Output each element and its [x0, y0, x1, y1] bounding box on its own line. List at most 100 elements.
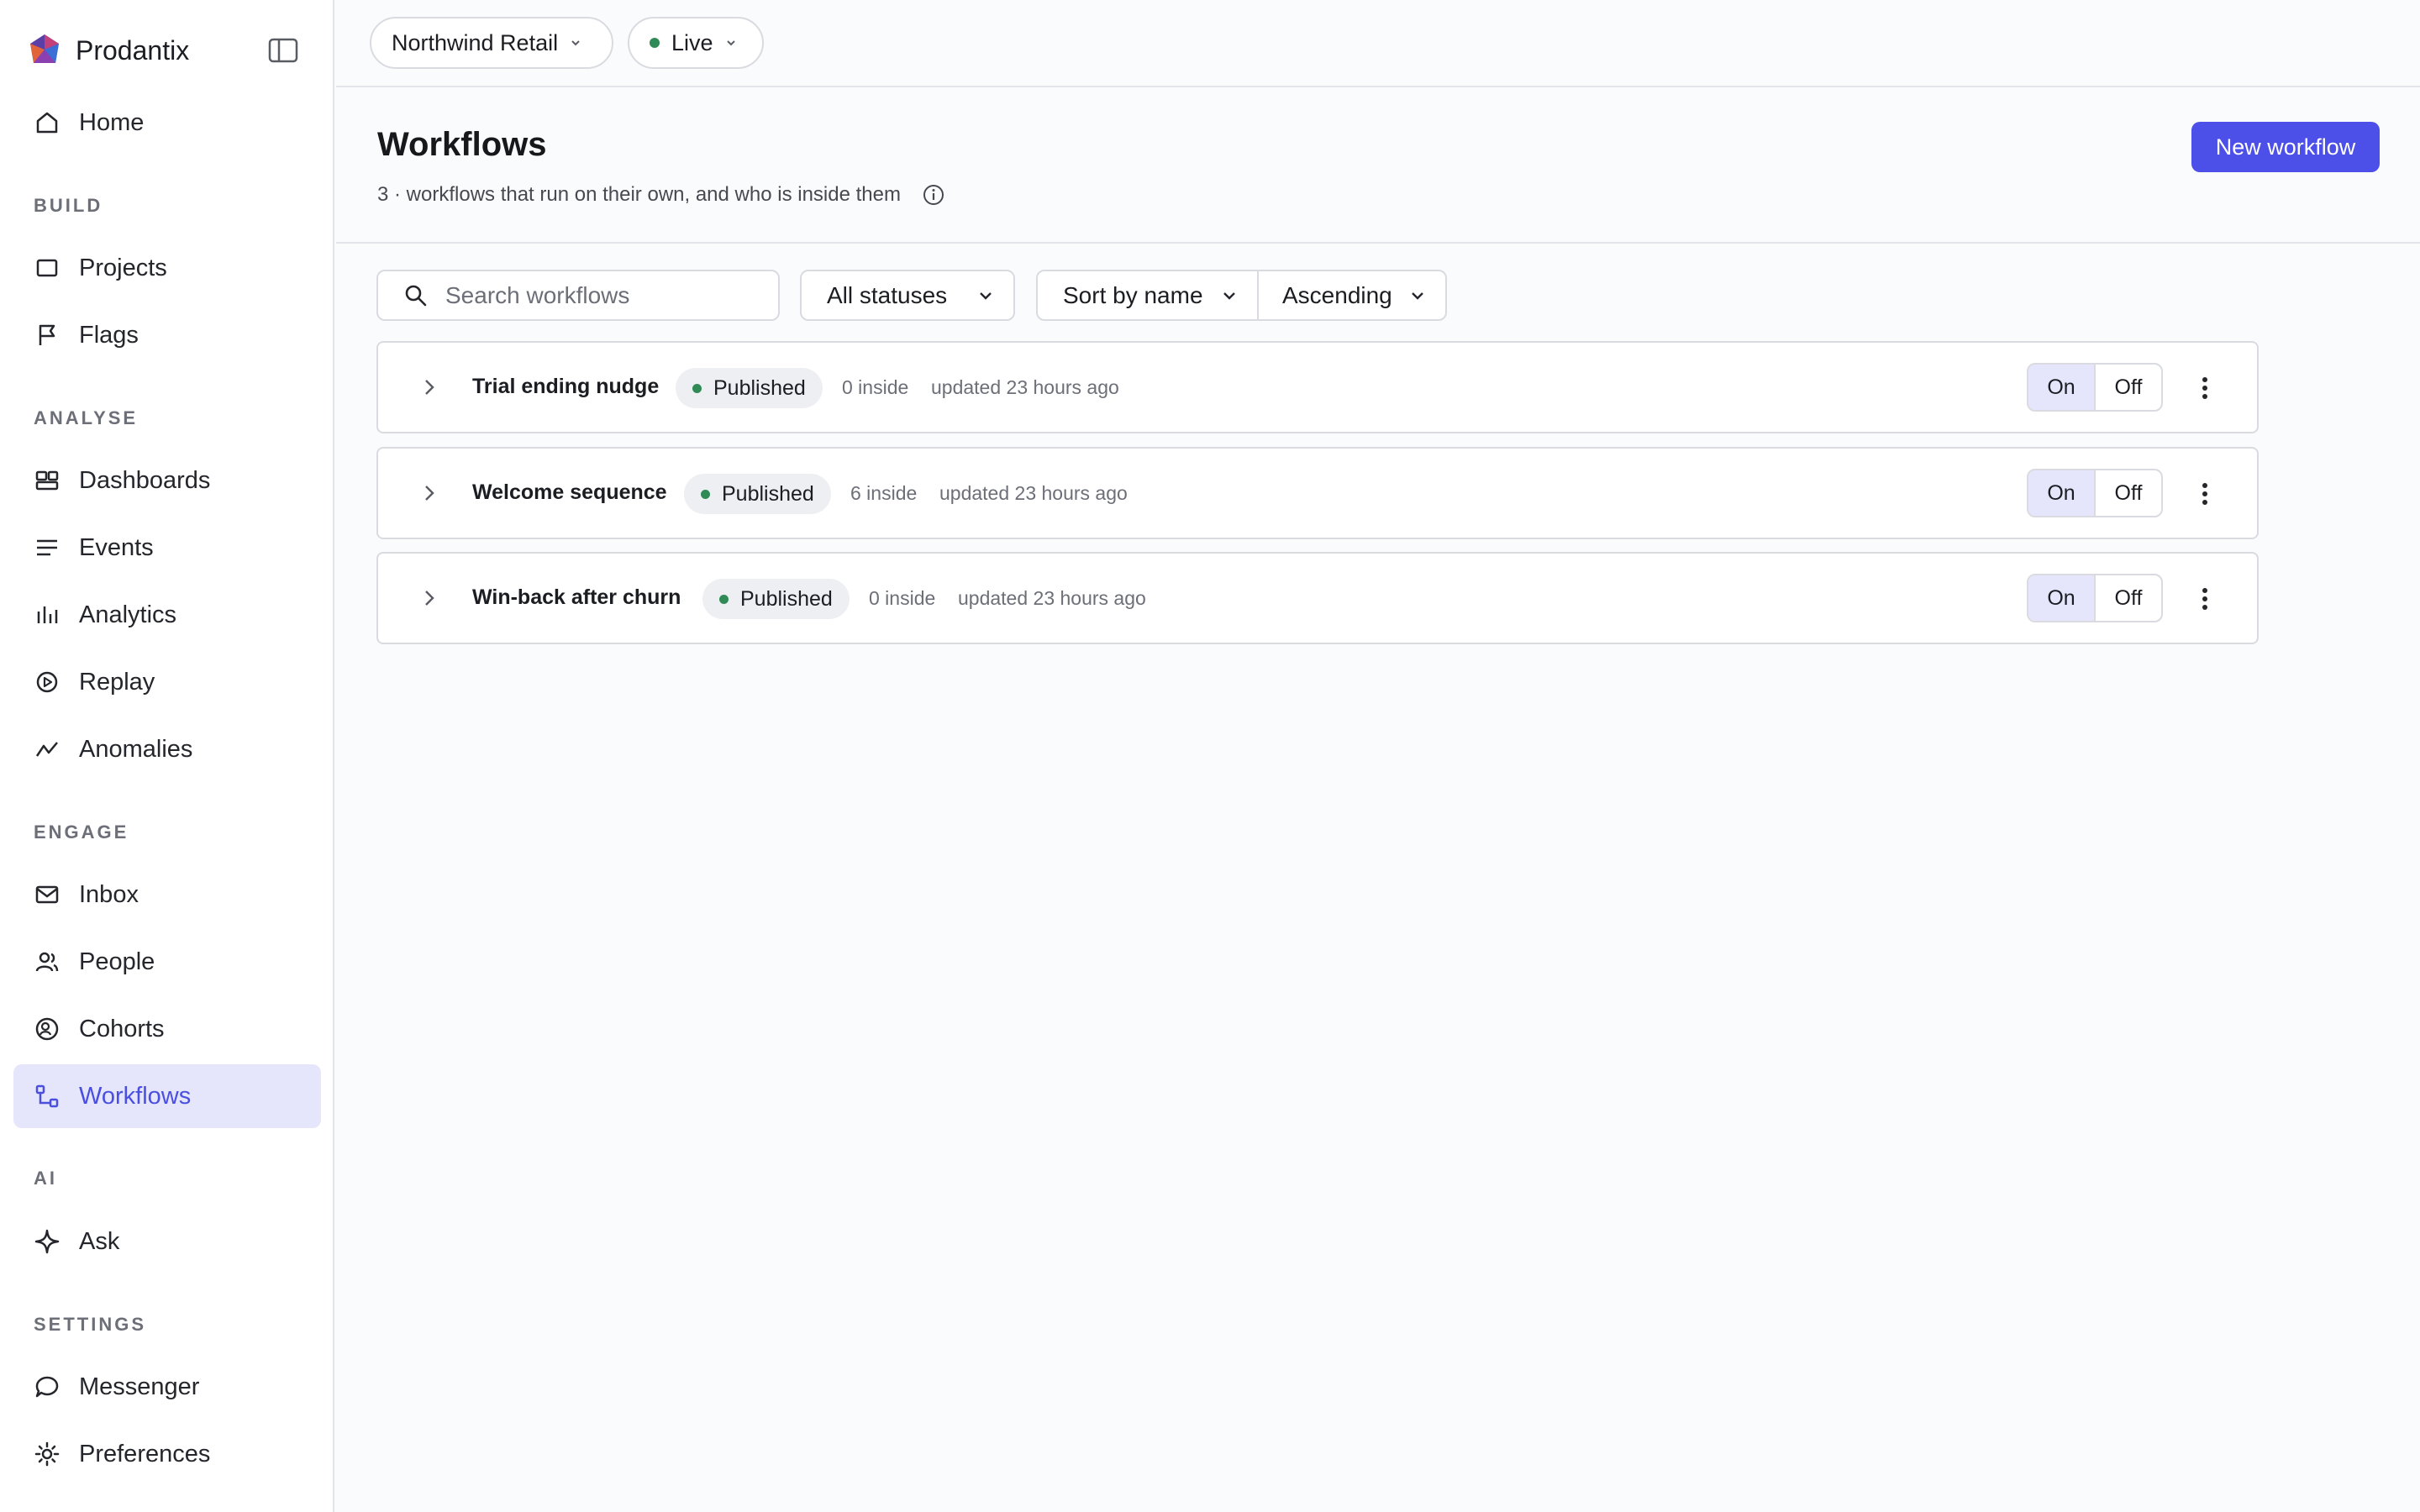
- sidebar-item-cohorts[interactable]: Cohorts: [13, 997, 321, 1061]
- workflow-name[interactable]: Trial ending nudge: [472, 375, 659, 399]
- inside-count: 6 inside: [850, 482, 918, 504]
- workspace-name: Northwind Retail: [392, 29, 559, 55]
- sort-field-select[interactable]: Sort by name: [1036, 270, 1259, 321]
- workflow-icon: [35, 1084, 59, 1108]
- bar-chart-icon: [37, 606, 58, 623]
- more-options-icon[interactable]: [2190, 479, 2220, 509]
- status-text: Published: [713, 375, 806, 400]
- sidebar-item-events[interactable]: Events: [13, 516, 321, 580]
- workspace-switcher[interactable]: Northwind Retail: [370, 17, 613, 69]
- sidebar-item-label: Analytics: [79, 601, 177, 628]
- inside-count: 0 inside: [869, 587, 936, 609]
- inside-count: 0 inside: [842, 376, 909, 398]
- chevron-right-icon[interactable]: [420, 482, 439, 504]
- sidebar-item-flags[interactable]: Flags: [13, 303, 321, 367]
- sidebar-toggle-icon[interactable]: [267, 37, 299, 64]
- brand-logo-icon: [30, 34, 59, 63]
- toggle-off[interactable]: Off: [2096, 365, 2161, 410]
- search-icon: [405, 285, 427, 306]
- sidebar-item-ask[interactable]: Ask: [13, 1210, 321, 1273]
- sidebar-item-analytics[interactable]: Analytics: [13, 583, 321, 647]
- square-icon: [36, 259, 58, 277]
- chat-bubble-icon: [35, 1376, 59, 1398]
- brand[interactable]: Prodantix: [27, 32, 189, 69]
- sidebar-item-label: People: [79, 948, 155, 975]
- sparkle-icon: [34, 1229, 60, 1254]
- sidebar-item-label: Preferences: [79, 1440, 211, 1467]
- sidebar-item-workflows[interactable]: Workflows: [13, 1064, 321, 1128]
- gear-icon: [34, 1441, 60, 1467]
- status-dot: [692, 383, 702, 393]
- sidebar-item-people[interactable]: People: [13, 930, 321, 994]
- dashboard-icon: [35, 470, 59, 491]
- on-off-toggle[interactable]: On Off: [2027, 574, 2163, 622]
- sidebar-item-dashboards[interactable]: Dashboards: [13, 449, 321, 512]
- sidebar: Prodantix Home BUILD Projects Flags ANAL…: [0, 0, 334, 1512]
- page-subtitle: 3 · workflows that run on their own, and…: [377, 183, 944, 207]
- info-icon[interactable]: [923, 184, 944, 206]
- play-circle-icon: [36, 671, 58, 693]
- chevron-down-icon: [571, 40, 580, 46]
- new-workflow-button[interactable]: New workflow: [2191, 122, 2380, 172]
- updated-time: updated 23 hours ago: [931, 376, 1119, 398]
- sort-order-value: Ascending: [1282, 281, 1392, 308]
- section-ai: AI: [34, 1168, 57, 1189]
- sidebar-item-messenger[interactable]: Messenger: [13, 1355, 321, 1419]
- toggle-on[interactable]: On: [2028, 470, 2096, 516]
- chevron-right-icon[interactable]: [420, 587, 439, 609]
- sort-order-select[interactable]: Ascending: [1257, 270, 1447, 321]
- on-off-toggle[interactable]: On Off: [2027, 363, 2163, 412]
- chevron-down-icon: [1412, 291, 1423, 300]
- sort-field-value: Sort by name: [1063, 281, 1203, 308]
- sidebar-item-label: Dashboards: [79, 466, 211, 494]
- chevron-down-icon: [1223, 291, 1235, 300]
- more-options-icon[interactable]: [2190, 584, 2220, 614]
- updated-time: updated 23 hours ago: [958, 587, 1146, 609]
- workflow-name[interactable]: Welcome sequence: [472, 480, 667, 505]
- toggle-on[interactable]: On: [2028, 365, 2096, 410]
- section-analyse: ANALYSE: [34, 407, 139, 428]
- cohort-icon: [35, 1017, 59, 1041]
- subtitle-text: 3 · workflows that run on their own, and…: [377, 183, 901, 206]
- sidebar-item-label: Cohorts: [79, 1015, 165, 1042]
- workflow-name[interactable]: Win-back after churn: [472, 585, 681, 610]
- flag-icon: [39, 324, 55, 345]
- people-icon: [35, 952, 59, 972]
- search-box[interactable]: [376, 270, 780, 321]
- workflow-row[interactable]: Trial ending nudge Published 0 inside up…: [376, 341, 2259, 433]
- brand-name: Prodantix: [76, 34, 190, 66]
- on-off-toggle[interactable]: On Off: [2027, 469, 2163, 517]
- status-filter[interactable]: All statuses: [800, 270, 1015, 321]
- workflow-row[interactable]: Win-back after churn Published 0 inside …: [376, 552, 2259, 644]
- status-badge: Published: [684, 474, 831, 514]
- sidebar-item-label: Workflows: [79, 1082, 192, 1110]
- status-dot: [719, 594, 729, 604]
- topbar: Northwind Retail Live: [336, 0, 2420, 87]
- sidebar-item-label: Home: [79, 108, 145, 136]
- list-icon: [37, 539, 57, 556]
- sidebar-item-label: Events: [79, 533, 154, 561]
- sidebar-item-replay[interactable]: Replay: [13, 650, 321, 714]
- environment-switcher[interactable]: Live: [628, 17, 764, 69]
- home-icon: [36, 112, 58, 134]
- toggle-off[interactable]: Off: [2096, 470, 2161, 516]
- sidebar-item-home[interactable]: Home: [13, 91, 321, 155]
- status-badge: Published: [676, 368, 823, 408]
- environment-name: Live: [671, 29, 713, 55]
- chevron-right-icon[interactable]: [420, 376, 439, 398]
- sidebar-item-inbox[interactable]: Inbox: [13, 863, 321, 927]
- more-options-icon[interactable]: [2190, 373, 2220, 403]
- toggle-on[interactable]: On: [2028, 575, 2096, 621]
- sidebar-item-anomalies[interactable]: Anomalies: [13, 717, 321, 781]
- workflow-row[interactable]: Welcome sequence Published 6 inside upda…: [376, 447, 2259, 539]
- section-engage: ENGAGE: [34, 822, 129, 843]
- toggle-off[interactable]: Off: [2096, 575, 2161, 621]
- section-build: BUILD: [34, 195, 103, 216]
- sidebar-item-projects[interactable]: Projects: [13, 236, 321, 300]
- updated-time: updated 23 hours ago: [939, 482, 1128, 504]
- sidebar-item-label: Ask: [79, 1227, 120, 1255]
- sidebar-item-preferences[interactable]: Preferences: [13, 1422, 321, 1486]
- header-divider: [336, 242, 2420, 244]
- status-text: Published: [740, 586, 833, 611]
- search-input[interactable]: [445, 281, 765, 309]
